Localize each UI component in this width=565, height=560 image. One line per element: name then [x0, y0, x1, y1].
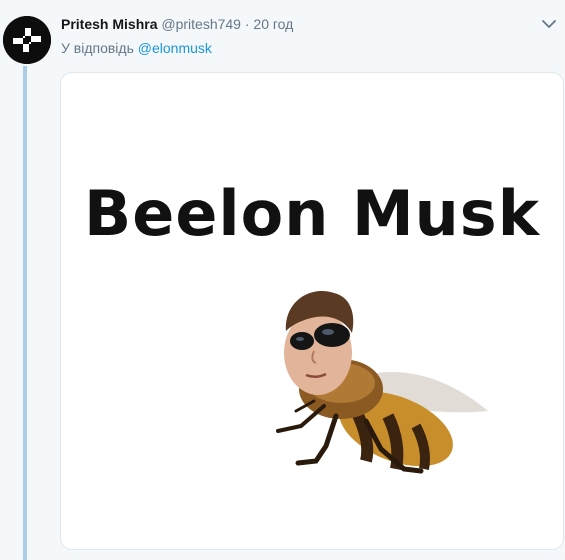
tweet-timestamp[interactable]: 20 год [253, 16, 293, 32]
avatar-logo-icon [3, 16, 51, 64]
more-options-button[interactable] [539, 14, 559, 34]
separator-dot: · [244, 16, 250, 32]
avatar[interactable] [3, 16, 51, 64]
thread-line [23, 66, 27, 560]
author-name[interactable]: Pritesh Mishra [61, 16, 157, 32]
reply-prefix: У відповідь [61, 40, 134, 56]
bee-illustration [276, 290, 488, 474]
author-handle[interactable]: @pritesh749 [161, 16, 241, 32]
reply-mention-link[interactable]: @elonmusk [138, 40, 212, 56]
chevron-down-icon [542, 19, 556, 28]
tweet-header: Pritesh Mishra @pritesh749 · 20 год [61, 15, 525, 33]
reply-context: У відповідь @elonmusk [61, 39, 212, 57]
tweet-media-image[interactable]: Beelon Musk [60, 72, 564, 550]
